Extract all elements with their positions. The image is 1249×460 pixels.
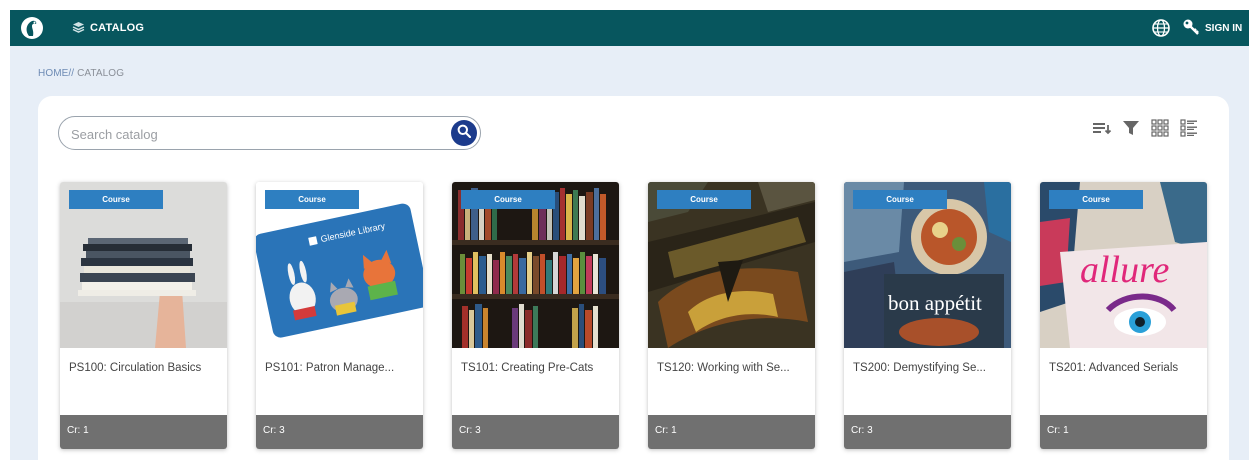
course-badge: Course <box>265 190 359 209</box>
search-input[interactable] <box>71 125 431 143</box>
course-title: TS101: Creating Pre-Cats <box>461 362 594 374</box>
course-title: PS100: Circulation Basics <box>69 362 202 374</box>
course-title: TS120: Working with Se... <box>657 362 790 374</box>
key-icon <box>1182 18 1200 39</box>
nav-catalog-link[interactable]: CATALOG <box>72 20 144 36</box>
search-box <box>58 116 481 150</box>
sign-in-label: SIGN IN <box>1205 22 1243 34</box>
search-button[interactable] <box>451 120 477 146</box>
course-card[interactable]: Course PS100: Circulation Basics Cr: 1 <box>60 182 227 449</box>
view-toolbar <box>1092 118 1199 138</box>
course-badge: Course <box>657 190 751 209</box>
course-credits: Cr: 3 <box>844 415 1011 449</box>
course-badge: Course <box>461 190 555 209</box>
course-credits: Cr: 1 <box>1040 415 1207 449</box>
list-view-icon[interactable] <box>1179 118 1199 138</box>
logo-icon[interactable] <box>20 16 44 40</box>
course-credits: Cr: 1 <box>648 415 815 449</box>
course-title: TS201: Advanced Serials <box>1049 362 1179 374</box>
course-badge: Course <box>853 190 947 209</box>
course-card[interactable]: allure Course TS201: Advanced Serials Cr… <box>1040 182 1207 449</box>
filter-icon[interactable] <box>1121 118 1141 138</box>
sign-in-button[interactable]: SIGN IN <box>1182 19 1242 37</box>
course-title: TS200: Demystifying Se... <box>853 362 986 374</box>
nav-catalog-label: CATALOG <box>90 22 145 34</box>
stack-icon <box>72 21 85 36</box>
course-card[interactable]: bon appétit Course TS200: Demystifying S… <box>844 182 1011 449</box>
magazine-title-text: allure <box>1080 249 1169 291</box>
top-navbar: CATALOG SIGN IN <box>10 10 1249 46</box>
course-credits: Cr: 3 <box>452 415 619 449</box>
breadcrumb: HOME// CATALOG <box>38 68 124 79</box>
course-card[interactable]: Glenside Library Course PS101: Patron Ma… <box>256 182 423 449</box>
app: CATALOG SIGN IN HOME// CATALOG Search ca… <box>10 10 1249 460</box>
breadcrumb-separator: // <box>68 68 75 79</box>
breadcrumb-home[interactable]: HOME <box>38 68 68 79</box>
catalog-panel: Course PS100: Circulation Basics Cr: 1 G… <box>38 96 1229 460</box>
breadcrumb-current: CATALOG <box>77 68 125 79</box>
sort-icon[interactable] <box>1092 118 1112 138</box>
course-grid: Course PS100: Circulation Basics Cr: 1 G… <box>60 182 1220 452</box>
course-badge: Course <box>1049 190 1143 209</box>
course-badge: Course <box>69 190 163 209</box>
course-card[interactable]: Course TS120: Working with Se... Cr: 1 <box>648 182 815 449</box>
magazine-title-text: bon appétit <box>888 291 982 315</box>
globe-icon[interactable] <box>1152 19 1170 37</box>
course-title: PS101: Patron Manage... <box>265 362 395 374</box>
page-margin <box>0 0 10 460</box>
course-card[interactable]: Course TS101: Creating Pre-Cats Cr: 3 <box>452 182 619 449</box>
search-icon <box>457 124 472 143</box>
grid-view-icon[interactable] <box>1150 118 1170 138</box>
course-credits: Cr: 3 <box>256 415 423 449</box>
course-credits: Cr: 1 <box>60 415 227 449</box>
